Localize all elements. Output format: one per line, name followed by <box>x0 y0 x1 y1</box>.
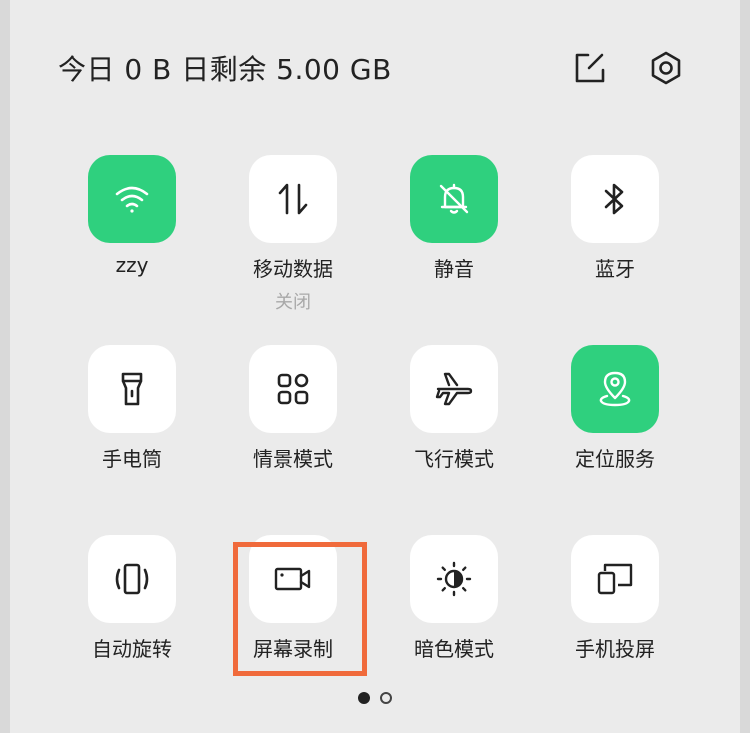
bell-off-icon <box>439 183 469 214</box>
edit-icon[interactable] <box>570 48 610 88</box>
airplane-mode-toggle[interactable] <box>410 345 498 433</box>
flashlight-toggle[interactable] <box>88 345 176 433</box>
tile-label: 自动旋转 <box>92 637 172 661</box>
tile-wifi[interactable]: zzy <box>52 155 212 277</box>
data-usage-text: 今日 0 B 日剩余 5.00 GB <box>58 53 392 86</box>
grid-icon <box>277 373 309 405</box>
tile-scene-mode[interactable]: 情景模式 <box>213 345 373 472</box>
tile-location[interactable]: 定位服务 <box>535 345 695 472</box>
wifi-icon <box>115 186 149 213</box>
dark-mode-icon <box>436 561 472 597</box>
wifi-toggle[interactable] <box>88 155 176 243</box>
right-frame-edge <box>740 0 750 733</box>
tile-label: zzy <box>115 253 149 277</box>
rotate-icon <box>115 563 149 595</box>
flashlight-icon <box>121 372 143 406</box>
tile-screen-cast[interactable]: 手机投屏 <box>535 535 695 662</box>
dark-mode-toggle[interactable] <box>410 535 498 623</box>
page-dot-active[interactable] <box>358 692 370 704</box>
scene-mode-toggle[interactable] <box>249 345 337 433</box>
mobile-data-icon <box>278 183 308 215</box>
tile-flashlight[interactable]: 手电筒 <box>52 345 212 472</box>
tile-airplane-mode[interactable]: 飞行模式 <box>374 345 534 472</box>
tile-label: 定位服务 <box>575 447 655 471</box>
location-toggle[interactable] <box>571 345 659 433</box>
tile-label: 蓝牙 <box>595 257 635 281</box>
tile-label: 飞行模式 <box>414 447 494 471</box>
tile-label: 静音 <box>434 257 474 281</box>
tile-label: 情景模式 <box>253 447 333 471</box>
silent-toggle[interactable] <box>410 155 498 243</box>
page-dot-inactive[interactable] <box>380 692 392 704</box>
screen-cast-icon <box>597 563 633 595</box>
left-frame-edge <box>0 0 10 733</box>
location-icon <box>599 371 631 407</box>
data-usage-header: 今日 0 B 日剩余 5.00 GB <box>58 48 392 88</box>
tile-dark-mode[interactable]: 暗色模式 <box>374 535 534 662</box>
settings-icon[interactable] <box>646 48 686 88</box>
screen-cast-toggle[interactable] <box>571 535 659 623</box>
bluetooth-icon <box>604 183 624 215</box>
tile-label: 手机投屏 <box>575 637 655 661</box>
auto-rotate-toggle[interactable] <box>88 535 176 623</box>
tile-label: 手电筒 <box>102 447 162 471</box>
highlight-box <box>233 542 367 676</box>
tile-mobile-data[interactable]: 移动数据 关闭 <box>213 155 373 314</box>
bluetooth-toggle[interactable] <box>571 155 659 243</box>
mobile-data-toggle[interactable] <box>249 155 337 243</box>
tile-silent[interactable]: 静音 <box>374 155 534 282</box>
tile-label: 暗色模式 <box>414 637 494 661</box>
tile-sublabel: 关闭 <box>275 292 311 313</box>
tile-auto-rotate[interactable]: 自动旋转 <box>52 535 212 662</box>
quick-settings-panel: 今日 0 B 日剩余 5.00 GB zzy 移动数据 关闭 静音 蓝牙 手电筒… <box>10 0 740 733</box>
airplane-icon <box>435 372 473 406</box>
tile-bluetooth[interactable]: 蓝牙 <box>535 155 695 282</box>
tile-label: 移动数据 <box>253 257 333 281</box>
page-indicator[interactable] <box>10 692 740 704</box>
